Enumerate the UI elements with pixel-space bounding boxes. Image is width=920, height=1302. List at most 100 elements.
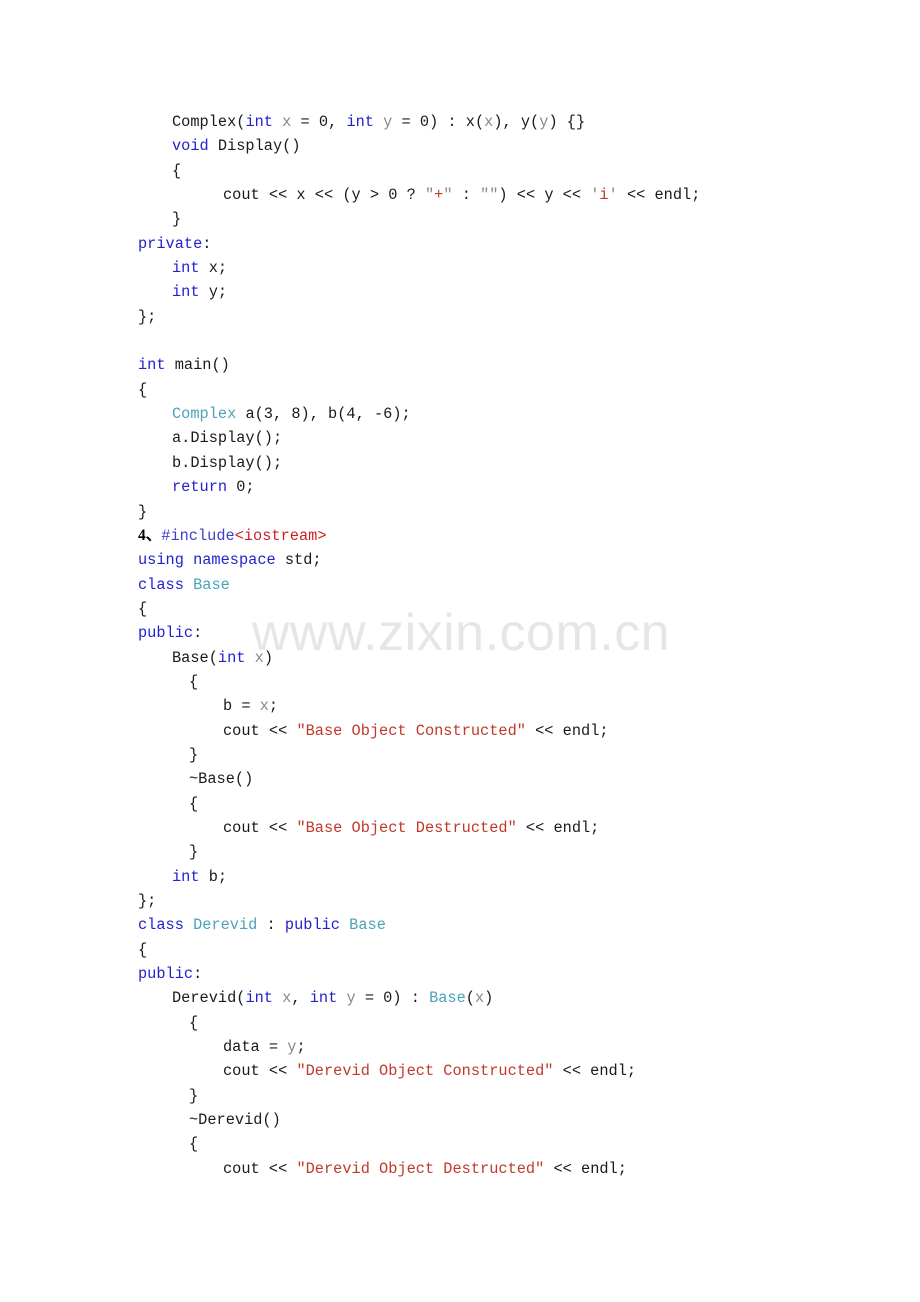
code-line: b = x; [138, 694, 858, 718]
code-token: cout << x << (y > 0 ? [223, 186, 425, 205]
code-token: " [424, 186, 435, 205]
code-token: cout << [223, 818, 297, 837]
code-token: } [189, 1086, 199, 1105]
code-token: : [193, 624, 203, 643]
code-line: cout << x << (y > 0 ? "+" : "") << y << … [138, 183, 858, 207]
code-token: } [189, 745, 199, 764]
code-line: int main() [138, 353, 858, 377]
code-token: public [138, 624, 194, 643]
code-token: x [474, 989, 485, 1008]
code-line: int b; [138, 865, 858, 889]
code-token: data = [223, 1038, 288, 1057]
code-line: { [138, 938, 858, 962]
code-line: Base(int x) [138, 646, 858, 670]
code-token: : [452, 186, 481, 205]
code-token: ) << y << [498, 186, 591, 205]
code-token: { [138, 940, 148, 959]
code-token: public [284, 916, 340, 935]
code-token: b = [223, 697, 260, 716]
code-line: cout << "Derevid Object Constructed" << … [138, 1059, 858, 1083]
code-token: << endl; [516, 818, 600, 837]
code-token: return [172, 478, 228, 497]
code-line: ~Derevid() [138, 1108, 858, 1132]
code-token: Display() [208, 137, 301, 156]
code-token: }; [138, 892, 157, 910]
code-line: } [138, 1084, 858, 1108]
code-token: y [383, 113, 393, 131]
code-token: int [245, 113, 273, 131]
code-line: } [138, 840, 858, 864]
code-token: int [172, 283, 200, 302]
code-line: data = y; [138, 1035, 858, 1059]
code-line: { [138, 159, 858, 183]
code-token: << endl; [617, 186, 701, 205]
code-line: Complex a(3, 8), b(4, -6); [138, 402, 858, 426]
code-token: ~Base() [189, 770, 254, 789]
code-line: a.Display(); [138, 426, 858, 450]
code-token: #include [161, 526, 235, 545]
code-line: cout << "Derevid Object Destructed" << e… [138, 1157, 858, 1181]
code-token: class [138, 916, 184, 935]
code-line: ~Base() [138, 767, 858, 791]
code-line: } [138, 500, 858, 524]
code-line: } [138, 207, 858, 231]
code-line: b.Display(); [138, 451, 858, 475]
code-token: << endl; [544, 1159, 627, 1178]
code-token: ; [268, 697, 279, 716]
code-line: private: [138, 232, 858, 256]
code-token: Base [349, 916, 386, 935]
code-token: cout << [223, 1159, 297, 1178]
code-token: ~Derevid() [189, 1111, 281, 1130]
code-token: using namespace [138, 551, 276, 570]
code-token: private [138, 234, 203, 253]
code-token: x; [199, 259, 228, 278]
code-token: int [346, 113, 374, 131]
code-token: "Base Object Constructed" [296, 721, 526, 740]
code-line: cout << "Base Object Destructed" << endl… [138, 816, 858, 840]
code-token: ) [263, 648, 274, 667]
code-token: = 0) : [355, 989, 430, 1008]
code-token: << endl; [525, 721, 609, 740]
code-token: 0; [227, 478, 255, 497]
code-token: " [443, 186, 453, 205]
code-line: Derevid(int x, int y = 0) : Base(x) [138, 986, 858, 1010]
code-token: } [138, 502, 148, 521]
code-token: i [599, 186, 609, 205]
code-token: "Base Object Destructed" [296, 818, 517, 837]
code-token: ) {} [548, 113, 586, 131]
code-token: <iostream> [234, 526, 327, 545]
code-token: { [189, 1013, 199, 1032]
code-listing: Complex(int x = 0, int y = 0) : x(x), y(… [138, 110, 858, 1181]
code-line: class Derevid : public Base [138, 913, 858, 937]
code-token: int [172, 259, 200, 278]
code-token: }; [138, 307, 157, 326]
code-token: x [254, 648, 264, 667]
code-line: { [138, 597, 858, 621]
code-token: b.Display(); [172, 453, 283, 472]
code-token: a(3, 8), b(4, -6); [236, 405, 411, 424]
code-token: x [484, 113, 494, 131]
code-token: cout << [223, 721, 297, 740]
code-token: Complex( [172, 113, 246, 131]
code-token: { [138, 380, 148, 399]
code-token: Derevid( [172, 989, 246, 1008]
code-token: : [193, 965, 203, 984]
code-token: int [217, 648, 246, 667]
code-token: { [189, 794, 199, 813]
code-token: : [202, 234, 212, 253]
code-token: "Derevid Object Destructed" [296, 1159, 545, 1178]
code-line: int y; [138, 280, 858, 304]
code-token: { [189, 1135, 199, 1154]
code-token: int [309, 989, 338, 1008]
code-token: Derevid [193, 916, 258, 935]
code-line: Complex(int x = 0, int y = 0) : x(x), y(… [138, 110, 858, 134]
code-line: cout << "Base Object Constructed" << end… [138, 719, 858, 743]
code-line: public: [138, 621, 858, 645]
code-token: x [259, 697, 269, 716]
code-token: Complex [172, 405, 237, 424]
code-line: { [138, 670, 858, 694]
code-token: ' [608, 186, 618, 205]
